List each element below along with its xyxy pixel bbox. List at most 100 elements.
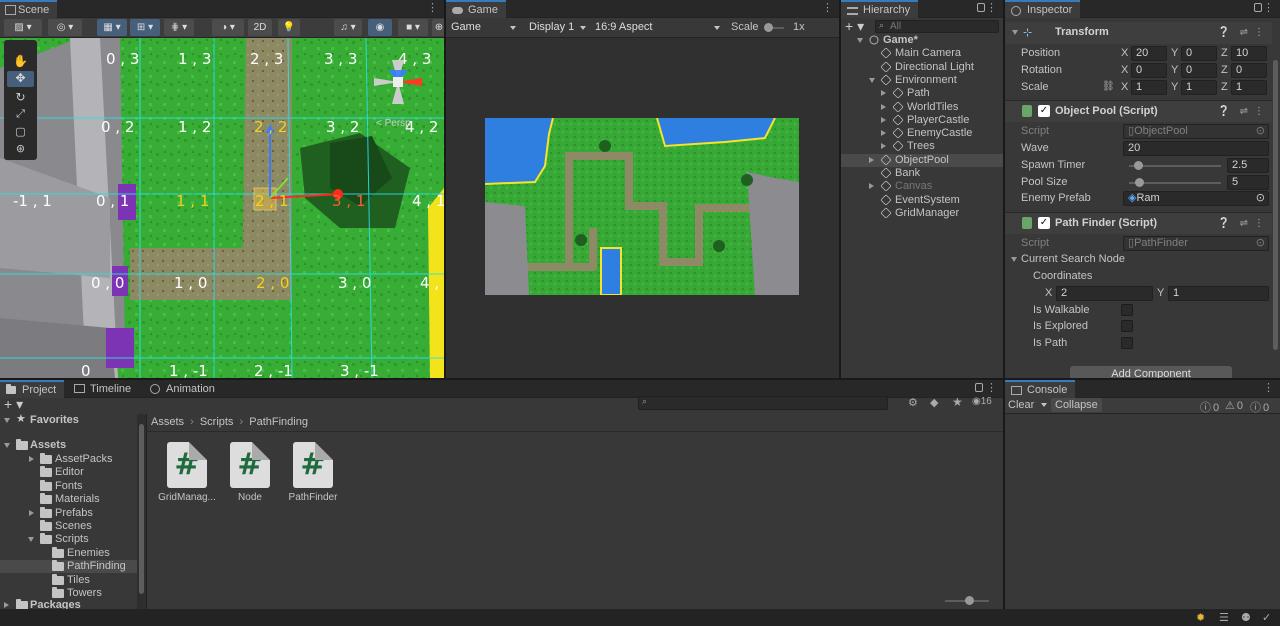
debug-mode-icon[interactable]: ⚉ [1241,611,1251,624]
audio-toggle-button[interactable]: ♫ ▾ [334,19,362,36]
project-folder-item[interactable]: AssetPacks [0,453,137,466]
game-mode-select[interactable]: Game [446,19,520,36]
mode-2d-button[interactable]: 2D [248,19,272,36]
component-menu-icon[interactable]: ⋮ [1254,218,1264,229]
scale-z-input[interactable]: 1 [1231,80,1267,95]
tab-animation[interactable]: Animation [144,380,223,398]
chevron-right-icon[interactable] [869,156,874,163]
position-z-input[interactable]: 10 [1231,46,1267,61]
rect-tool-icon[interactable]: ▢ [9,125,32,140]
csharp-script-icon[interactable]: # [293,442,333,488]
preset-icon[interactable]: ⇌ [1240,27,1248,38]
project-folder-item[interactable]: Enemies [0,546,137,560]
rotate-tool-icon[interactable]: ↻ [9,90,32,105]
chevron-right-icon[interactable] [881,143,886,150]
chevron-right-icon[interactable] [29,456,34,462]
hierarchy-item[interactable]: EnemyCastle [841,127,1003,140]
gizmos-button[interactable]: ⊕ [432,19,444,36]
is-path-checkbox[interactable] [1121,337,1133,349]
chevron-right-icon[interactable] [869,183,874,190]
hierarchy-item[interactable]: Trees [841,140,1003,153]
project-add-button[interactable]: + ▾ [4,396,28,412]
project-folder-item[interactable]: Tiles [0,573,137,587]
is-walkable-checkbox[interactable] [1121,304,1133,316]
spawn-timer-knob[interactable] [1133,161,1143,170]
transform-header[interactable]: ⊹ Transform ❔ ⇌ ⋮ [1005,22,1272,44]
csharp-script-icon[interactable]: # [230,442,270,488]
scrollbar-thumb[interactable] [139,424,144,594]
chevron-right-icon[interactable] [881,130,886,137]
aspect-select[interactable]: 16:9 Aspect [590,19,724,36]
error-count-icon[interactable]: ⓘ 0 [1250,399,1269,415]
hierarchy-item[interactable]: Path [841,87,1003,100]
project-folder-item[interactable]: Prefabs [0,506,137,520]
wave-input[interactable]: 20 [1123,141,1269,156]
pool-size-slider[interactable] [1129,178,1221,187]
object-pool-header[interactable]: ✓ Object Pool (Script) ❔ ⇌ ⋮ [1005,100,1272,122]
increment-snap-button[interactable]: ⊞ ▾ [130,19,160,36]
scale-tool-icon[interactable]: ⤢ [9,108,32,123]
hierarchy-menu-icon[interactable]: ⋮ [986,1,997,14]
scale-slider-knob[interactable] [764,23,773,32]
chevron-right-icon[interactable] [29,509,34,516]
hierarchy-add-button[interactable]: + ▾ [845,18,869,34]
rotation-y-input[interactable]: 0 [1181,63,1217,78]
info-count-icon[interactable]: ⓘ 0 [1200,399,1219,415]
constrain-scale-icon[interactable]: ⛓ [1102,81,1115,92]
position-y-input[interactable]: 0 [1181,46,1217,61]
current-search-node-foldout[interactable]: Current Search Node [1011,253,1125,266]
lock-icon[interactable] [977,3,985,12]
hierarchy-item[interactable]: ObjectPool [841,153,1003,167]
pool-size-knob[interactable] [1134,178,1144,187]
chevron-right-icon[interactable] [881,116,886,123]
project-search-input[interactable]: ⌕ [638,396,888,410]
chevron-right-icon[interactable] [881,90,886,97]
hidden-packages-icon[interactable]: ◉16 [972,396,992,407]
hierarchy-item[interactable]: EventSystem [841,194,1003,207]
hierarchy-item[interactable]: GridManager [841,207,1003,220]
collapse-button[interactable]: Collapse [1051,398,1102,412]
pool-size-input[interactable]: 5 [1227,175,1269,190]
project-menu-icon[interactable]: ⋮ [986,381,997,394]
project-folder-item[interactable]: Scenes [0,520,137,533]
file-gridmanager[interactable]: GridManag... [155,492,219,503]
help-icon[interactable]: ❔ [1218,27,1230,38]
tab-scene[interactable]: Scene [0,0,58,18]
search-by-type-icon[interactable]: ⚙ [908,396,918,409]
coord-y-input[interactable]: 1 [1168,286,1269,301]
scale-y-input[interactable]: 1 [1181,80,1217,95]
grid-visibility-button[interactable]: ⋕ ▾ [164,19,194,36]
scene-menu-icon[interactable]: ⋮ [427,1,438,14]
project-folder-item[interactable]: Fonts [0,479,137,493]
console-menu-icon[interactable]: ⋮ [1263,381,1274,394]
component-menu-icon[interactable]: ⋮ [1254,106,1264,117]
object-pool-enabled-checkbox[interactable]: ✓ [1038,105,1050,117]
file-pathfinder[interactable]: PathFinder [281,492,345,503]
display-select[interactable]: Display 1 [524,19,590,36]
scene-visibility-button[interactable]: ◉ [368,19,392,36]
shading-button[interactable]: ◑ ▾ [212,19,244,36]
transform-tool-icon[interactable]: ⊛ [9,142,32,157]
tab-console[interactable]: Console [1005,380,1076,398]
hierarchy-item[interactable]: Game* [841,34,1003,47]
lock-icon[interactable] [975,383,983,392]
favorite-star-icon[interactable]: ★ [952,395,963,409]
clear-options-icon[interactable] [1041,403,1047,407]
hierarchy-item[interactable]: Main Camera [841,47,1003,60]
move-tool-icon[interactable]: ✥ [7,71,34,87]
inspector-scrollbar[interactable] [1273,60,1278,350]
game-menu-icon[interactable]: ⋮ [822,1,833,14]
breadcrumb-scripts[interactable]: Scripts [200,416,234,428]
render-mode-button[interactable]: ◎ ▾ [48,19,82,36]
path-finder-header[interactable]: ✓ Path Finder (Script) ❔ ⇌ ⋮ [1005,212,1272,234]
cache-server-icon[interactable]: ☰ [1219,611,1229,624]
hierarchy-item[interactable]: Directional Light [841,61,1003,74]
hierarchy-item[interactable]: PlayerCastle [841,114,1003,127]
favorites-item[interactable]: ★ Favorites [4,413,79,427]
preset-icon[interactable]: ⇌ [1240,106,1248,117]
chevron-down-icon[interactable] [28,537,34,543]
spawn-timer-slider[interactable] [1129,161,1221,170]
lock-icon[interactable] [1254,3,1262,12]
coord-x-input[interactable]: 2 [1056,286,1153,301]
scene-viewport[interactable]: 0 , 31 , 32 , 33 , 34 , 30 , 21 , 22 , 2… [0,38,444,378]
